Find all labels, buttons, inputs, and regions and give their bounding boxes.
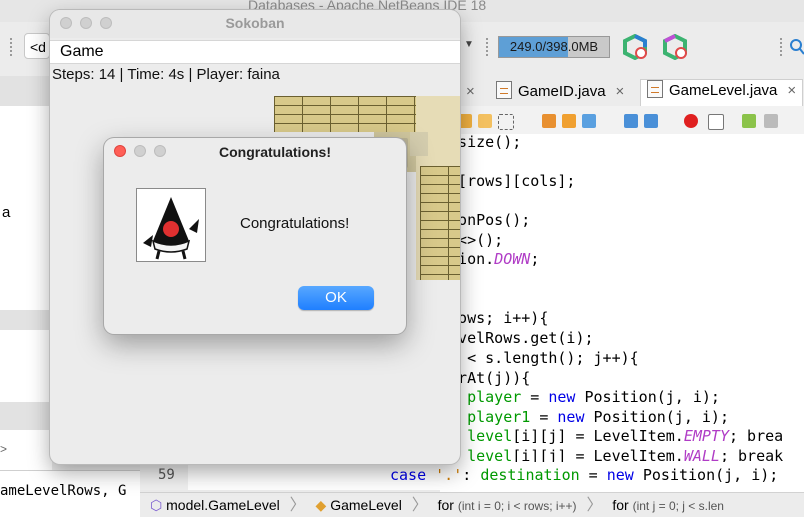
editor-tabs: × GameID.java × GameLevel.java × (460, 76, 804, 107)
configuration-combo-text: <d (30, 39, 46, 55)
game-status: Steps: 14 | Time: 4s | Player: faina (52, 66, 280, 83)
code-line: LevelRows.get(i); (440, 329, 594, 347)
java-duke-icon (136, 188, 206, 262)
panel-header (0, 402, 52, 430)
tab-label: GameID.java (518, 83, 606, 100)
code-line: level[i][j] = LevelItem.EMPTY; brea (467, 427, 784, 445)
close-icon[interactable]: × (616, 83, 625, 100)
find-previous-icon[interactable] (458, 114, 472, 128)
tree-item-label[interactable]: a (2, 204, 10, 221)
navigator-panel: ameLevelRows, G (0, 470, 140, 517)
breadcrumb-item-class[interactable]: GameLevel (330, 497, 402, 513)
panel-divider (0, 310, 52, 330)
tab-gameid[interactable]: GameID.java × (496, 81, 624, 105)
java-file-icon (647, 80, 663, 98)
dialog-title-bar: Congratulations! (104, 138, 406, 166)
select-icon[interactable] (498, 114, 514, 130)
panel-header (0, 76, 52, 106)
box-tile (410, 132, 428, 156)
start-macro-icon[interactable] (684, 114, 698, 128)
breadcrumb-item-loop-j[interactable]: for (int j = 0; j < s.len (612, 497, 724, 513)
code-editor[interactable]: s.size(); em[rows][cols]; agonPos(); st<… (440, 134, 804, 492)
wall-tile (420, 166, 460, 280)
ok-button[interactable]: OK (298, 286, 374, 310)
dialog-message: Congratulations! (240, 215, 350, 232)
congratulations-dialog: Congratulations! Congratulations! OK (104, 138, 406, 334)
toolbar-separator (486, 38, 489, 56)
class-icon: ⬡ (150, 497, 163, 513)
projects-panel: a > (0, 76, 52, 516)
sokoban-title: Sokoban (225, 15, 285, 31)
editor-toolbar (452, 106, 804, 134)
next-bookmark-icon[interactable] (562, 114, 576, 128)
profiler-icon[interactable] (622, 34, 648, 60)
code-line-59: case '.': destination = new Position(j, … (188, 462, 804, 490)
code-line: ': player = new Position(j, i); (440, 388, 720, 406)
code-line: player1 = new Position(j, i); (467, 408, 729, 426)
breadcrumb: ⬡ model.GameLevel 〉 ◆ GameLevel 〉 for (i… (140, 492, 804, 517)
chevron-down-icon[interactable]: ▼ (464, 39, 474, 50)
memory-indicator[interactable]: 249.0/398.0MB (498, 36, 610, 58)
memory-label: 249.0/398.0MB (509, 39, 599, 54)
comment-icon[interactable] (742, 114, 756, 128)
stop-macro-icon[interactable] (708, 114, 724, 130)
breadcrumb-item-loop-i[interactable]: for (int i = 0; i < rows; i++) (438, 497, 577, 513)
breadcrumb-item-package[interactable]: model.GameLevel (166, 497, 280, 513)
chevron-right-icon: 〉 (411, 497, 428, 514)
java-file-icon (496, 81, 512, 99)
menu-game[interactable]: Game (60, 43, 104, 61)
line-number: 59 (158, 467, 175, 483)
method-icon: ◆ (315, 497, 327, 513)
tab-label: GameLevel.java (669, 82, 778, 99)
navigator-text: ameLevelRows, G (0, 483, 127, 499)
wall-tile (274, 96, 416, 132)
sokoban-title-bar: Sokoban (50, 10, 460, 38)
expand-caret-icon[interactable]: > (0, 442, 7, 456)
menu-bar: Game (50, 40, 460, 64)
line-number-gutter: 59 (140, 462, 188, 490)
code-line: j < s.length(); j++){ (440, 349, 639, 367)
dialog-title: Congratulations! (219, 144, 331, 160)
tab-close-partial[interactable]: × (466, 81, 475, 105)
toolbar-separator (10, 38, 13, 56)
code-line: em[rows][cols]; (440, 172, 576, 190)
find-next-icon[interactable] (478, 114, 492, 128)
close-icon[interactable]: × (787, 82, 796, 99)
chevron-right-icon: 〉 (289, 497, 306, 514)
search-icon[interactable] (788, 38, 804, 56)
configuration-combo[interactable]: <d (24, 33, 50, 59)
toolbar-separator (780, 38, 783, 56)
uncomment-icon[interactable] (764, 114, 778, 128)
toggle-bookmark-icon[interactable] (582, 114, 596, 128)
tab-gamelevel[interactable]: GameLevel.java × (640, 79, 804, 107)
chevron-right-icon: 〉 (586, 497, 603, 514)
garbage-collect-icon[interactable] (662, 34, 688, 60)
prev-bookmark-icon[interactable] (542, 114, 556, 128)
shift-right-icon[interactable] (644, 114, 658, 128)
shift-left-icon[interactable] (624, 114, 638, 128)
